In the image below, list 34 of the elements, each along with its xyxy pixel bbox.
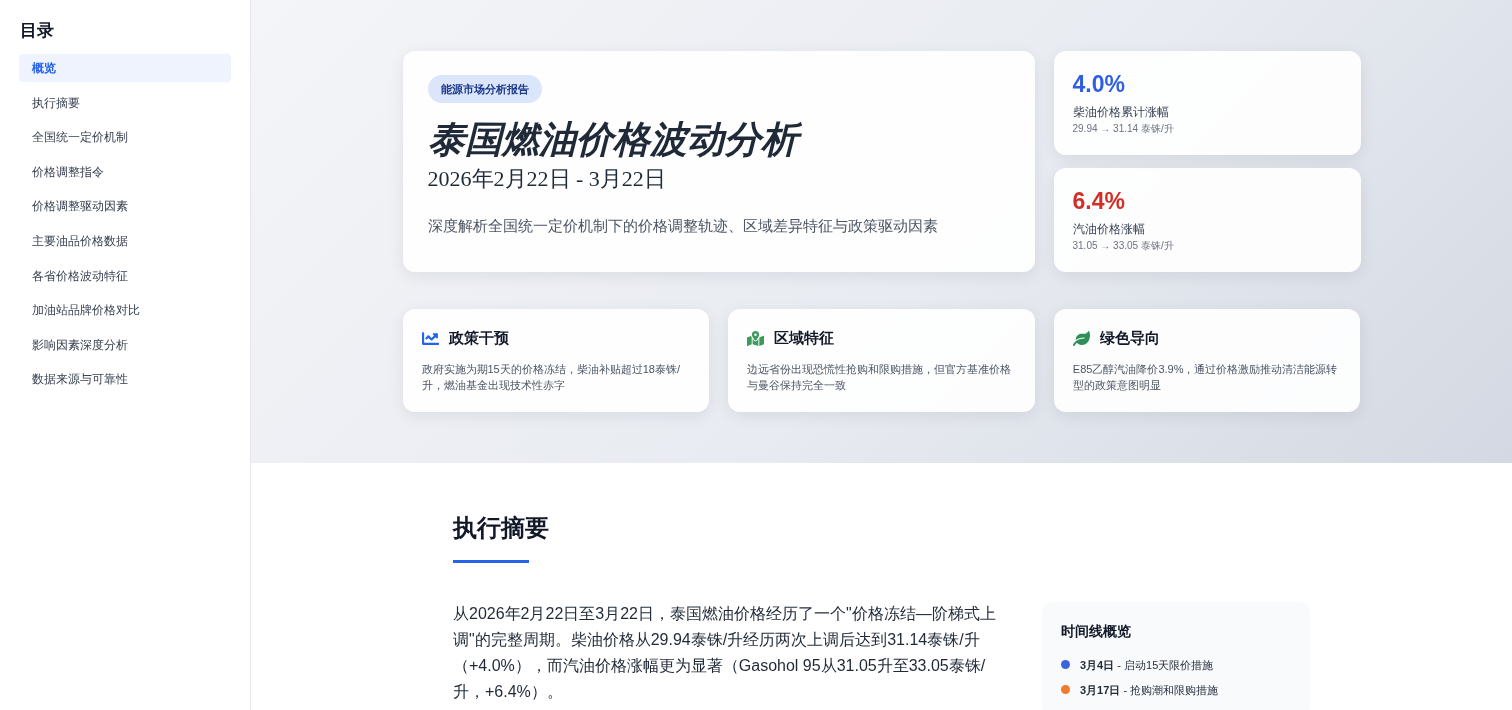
sidebar-title: 目录 <box>20 20 55 42</box>
sidebar-item[interactable]: 执行摘要 <box>19 88 231 117</box>
sidebar-item[interactable]: 影响因素深度分析 <box>19 330 231 359</box>
section-heading: 执行摘要 <box>453 514 550 543</box>
stat-detail: 31.05 → 33.05 泰铢/升 <box>1072 239 1175 253</box>
sidebar-item[interactable]: 全国统一定价机制 <box>19 123 231 152</box>
sidebar-item[interactable]: 数据来源与可靠性 <box>19 365 231 394</box>
summary-paragraph: 从2026年2月22日至3月22日，泰国燃油价格经历了一个"价格冻结—阶梯式上调"的完整周期。柴油价格从29.94泰铢/升经历两次上调后达到31.14泰铢/升（+4.0%），而汽油价格涨幅更为显著（Gasohol 95从31.05升至33.05泰铢/升，+6.4%）。 <box>453 604 997 702</box>
stat-detail: 29.94 → 31.14 泰铢/升 <box>1072 122 1175 136</box>
highlight-text: 边远省份出现恐慌性抢购和限购措施，但官方基准价格与曼谷保持完全一致 <box>747 362 1013 393</box>
highlight-text: 政府实施为期15天的价格冻结，柴油补贴超过18泰铢/升，燃油基金出现技术性赤字 <box>421 362 682 393</box>
sidebar-item[interactable]: 加油站品牌价格对比 <box>19 296 231 325</box>
stat-value: 4.0% <box>1072 70 1125 99</box>
report-badge: 能源市场分析报告 <box>427 75 542 103</box>
sidebar-item[interactable]: 价格调整指令 <box>19 157 231 186</box>
sidebar-item[interactable]: 概览 <box>19 54 231 82</box>
chart-line-icon <box>421 329 439 347</box>
highlight-title: 区域特征 <box>774 329 835 348</box>
highlight-title: 政策干预 <box>448 329 509 348</box>
stat-label: 柴油价格累计涨幅 <box>1072 104 1170 121</box>
report-subtitle: 深度解析全国统一定价机制下的价格调整轨迹、区域差异特征与政策驱动因素 <box>427 216 938 236</box>
highlight-text: E85乙醇汽油降价3.9%，通过价格激励推动清洁能源转型的政策意图明显 <box>1072 362 1339 393</box>
map-icon <box>747 329 765 347</box>
timeline-entry: 3月17日 - 抢购潮和限购措施 <box>1080 682 1219 698</box>
sidebar-item[interactable]: 各省价格波动特征 <box>19 261 231 290</box>
highlight-title: 绿色导向 <box>1099 329 1160 348</box>
timeline-entry: 3月4日 - 启动15天限价措施 <box>1080 657 1214 673</box>
timeline-title: 时间线概览 <box>1061 623 1132 641</box>
sidebar-item[interactable]: 价格调整驱动因素 <box>19 192 231 221</box>
stat-value: 6.4% <box>1072 187 1125 216</box>
stat-label: 汽油价格涨幅 <box>1072 221 1146 238</box>
sidebar-item[interactable]: 主要油品价格数据 <box>19 226 231 255</box>
date-range: 2026年2月22日 - 3月22日 <box>427 165 666 193</box>
leaf-icon <box>1072 329 1090 347</box>
